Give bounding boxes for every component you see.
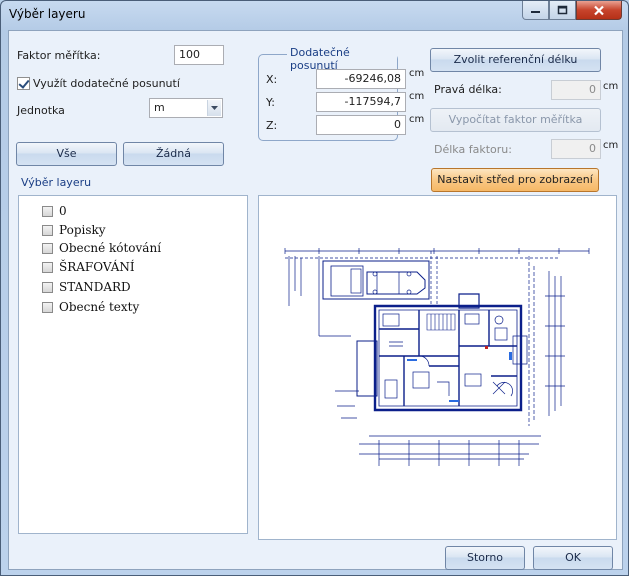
layer-checkbox[interactable] bbox=[42, 261, 53, 273]
layer-item[interactable]: STANDARD bbox=[42, 280, 131, 294]
minimize-button[interactable] bbox=[522, 1, 549, 20]
layer-checkbox[interactable] bbox=[42, 242, 53, 254]
layer-checkbox[interactable] bbox=[42, 301, 53, 313]
offset-y-input[interactable]: -117594,7 bbox=[316, 92, 406, 112]
dialog-window: Výběr layeru Faktor měřítka: 100 Využít … bbox=[0, 0, 629, 576]
layer-checkbox[interactable] bbox=[42, 224, 53, 236]
drawing-preview[interactable] bbox=[258, 195, 617, 540]
layer-item[interactable]: Obecné kótování bbox=[42, 241, 161, 255]
layer-checkbox[interactable] bbox=[42, 205, 53, 217]
offset-z-input[interactable]: 0 bbox=[316, 115, 406, 135]
offset-x-input[interactable]: -69246,08 bbox=[316, 69, 406, 89]
layer-list: 0 Popisky Obecné kótování ŠRAFOVÁNÍ STAN… bbox=[18, 195, 248, 534]
dialog-content: Faktor měřítka: 100 Využít dodatečné pos… bbox=[8, 30, 623, 570]
unit-select[interactable]: m bbox=[149, 98, 223, 118]
real-length-input[interactable]: 0 bbox=[551, 80, 601, 100]
offset-y-label: Y: bbox=[266, 96, 275, 109]
compute-scale-factor-button[interactable]: Vypočítat faktor měřítka bbox=[430, 108, 601, 132]
choose-reference-length-button[interactable]: Zvolit referenční délku bbox=[430, 48, 601, 72]
window-controls bbox=[522, 1, 622, 20]
maximize-icon bbox=[557, 5, 568, 15]
layer-item[interactable]: 0 bbox=[42, 204, 67, 218]
layer-item[interactable]: ŠRAFOVÁNÍ bbox=[42, 260, 135, 274]
layer-label: Obecné kótování bbox=[59, 241, 162, 255]
factor-length-label: Délka faktoru: bbox=[434, 143, 512, 156]
unit-label: Jednotka bbox=[17, 104, 65, 117]
offset-y-unit: cm bbox=[409, 91, 425, 102]
layer-label: STANDARD bbox=[59, 280, 131, 294]
factor-length-unit: cm bbox=[603, 140, 619, 151]
chevron-down-icon[interactable] bbox=[207, 100, 221, 116]
close-icon bbox=[594, 5, 604, 15]
close-button[interactable] bbox=[576, 1, 622, 20]
offset-z-unit: cm bbox=[409, 114, 425, 125]
layer-label: Popisky bbox=[59, 223, 106, 237]
layer-label: Obecné texty bbox=[59, 300, 140, 314]
factor-length-input[interactable]: 0 bbox=[551, 139, 601, 159]
select-all-button[interactable]: Vše bbox=[16, 142, 117, 166]
offset-x-label: X: bbox=[266, 73, 278, 86]
unit-select-value: m bbox=[154, 101, 165, 114]
layer-section-title: Výběr layeru bbox=[21, 176, 92, 189]
real-length-label: Pravá délka: bbox=[434, 83, 502, 96]
minimize-icon bbox=[531, 11, 540, 13]
select-none-button[interactable]: Žádná bbox=[123, 142, 224, 166]
floor-plan-drawing bbox=[284, 248, 590, 466]
layer-item[interactable]: Popisky bbox=[42, 223, 106, 237]
layer-checkbox[interactable] bbox=[42, 281, 53, 293]
layer-label: 0 bbox=[59, 204, 67, 218]
layer-label: ŠRAFOVÁNÍ bbox=[59, 260, 135, 274]
maximize-button[interactable] bbox=[549, 1, 576, 20]
use-offset-checkbox[interactable] bbox=[17, 77, 30, 90]
offset-x-unit: cm bbox=[409, 68, 425, 79]
scale-factor-label: Faktor měřítka: bbox=[17, 49, 101, 62]
offset-group: Dodatečné posunutí X: -69246,08 cm Y: -1… bbox=[258, 46, 424, 141]
use-offset-label: Využít dodatečné posunutí bbox=[33, 77, 180, 90]
offset-z-label: Z: bbox=[266, 119, 278, 132]
layer-item[interactable]: Obecné texty bbox=[42, 300, 139, 314]
cancel-button[interactable]: Storno bbox=[445, 546, 525, 570]
scale-factor-input[interactable]: 100 bbox=[174, 45, 224, 65]
window-title: Výběr layeru bbox=[9, 7, 86, 21]
ok-button[interactable]: OK bbox=[533, 546, 613, 570]
set-view-center-button[interactable]: Nastavit střed pro zobrazení bbox=[431, 168, 599, 192]
real-length-unit: cm bbox=[603, 81, 619, 92]
